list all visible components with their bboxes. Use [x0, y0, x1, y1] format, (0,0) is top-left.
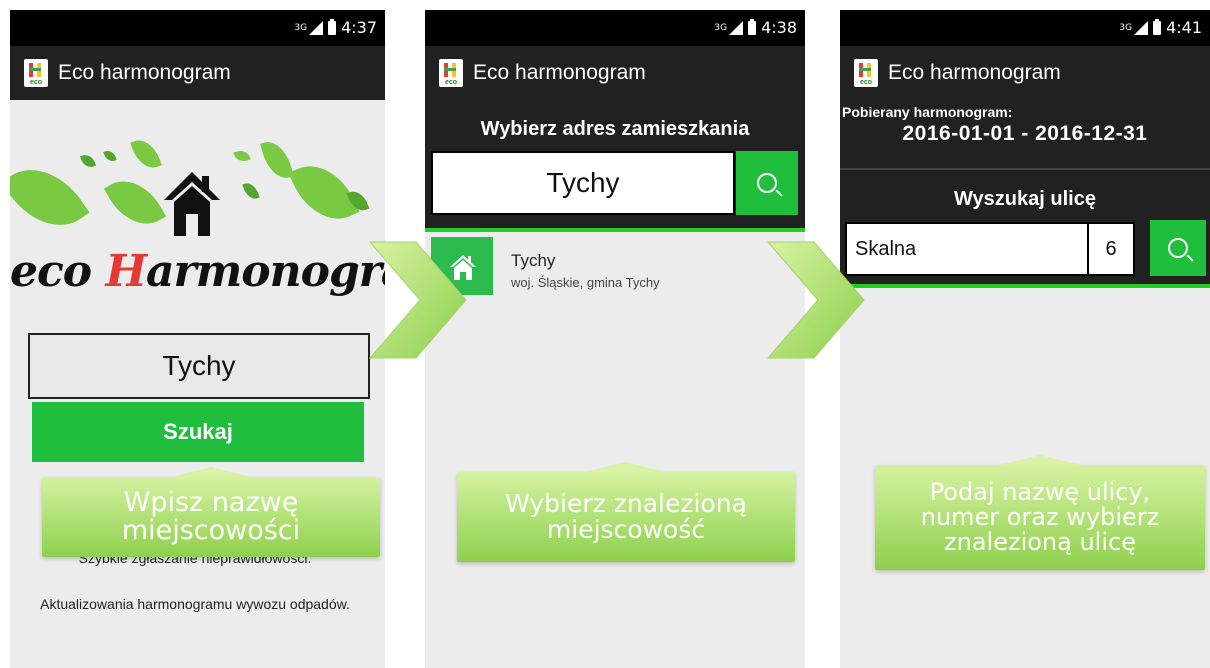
leaf-icon	[130, 135, 162, 173]
result-subtitle: woj. Śląskie, gmina Tychy	[511, 275, 660, 290]
leaf-icon	[233, 147, 251, 165]
app-title: Eco harmonogram	[888, 61, 1061, 84]
status-time: 4:38	[761, 18, 797, 37]
hint-callout: Wpisz nazwę miejscowości	[42, 467, 380, 557]
hint-text: Podaj nazwę ulicy, numer oraz wybierz zn…	[920, 477, 1160, 557]
hint-callout: Wybierz znalezioną miejscowość	[457, 462, 795, 562]
app-icon: eco	[24, 59, 48, 87]
result-name: Tychy	[511, 251, 556, 270]
search-icon	[757, 173, 777, 193]
search-button[interactable]	[1150, 220, 1206, 276]
battery-icon	[748, 18, 757, 35]
phone-screen-2: 3G 4:38 eco Eco harmonogram Wybierz adre…	[425, 10, 805, 668]
house-number-input[interactable]: 6	[1087, 222, 1135, 276]
search-icon	[1168, 238, 1188, 258]
app-title: Eco harmonogram	[473, 61, 646, 84]
logo-wordmark: eco Harmonogram	[10, 246, 385, 297]
action-bar: eco Eco harmonogram	[425, 46, 805, 100]
hint-text: Wybierz znalezioną miejscowość	[505, 488, 747, 544]
chevron-right-icon	[368, 241, 467, 359]
leaf-icon	[10, 151, 90, 244]
date-range: 2016-01-01 - 2016-12-31	[902, 122, 1148, 145]
hint-callout: Podaj nazwę ulicy, numer oraz wybierz zn…	[875, 455, 1205, 570]
city-search-input[interactable]: Tychy	[431, 151, 735, 215]
leaf-icon	[103, 148, 117, 164]
list-item-result[interactable]: Tychy woj. Śląskie, gmina Tychy	[431, 237, 805, 297]
status-bar: 3G 4:41	[840, 10, 1210, 46]
action-bar: eco Eco harmonogram	[840, 46, 1210, 100]
panel-title: Wybierz adres zamieszkania	[480, 118, 750, 140]
network-type: 3G	[294, 22, 308, 33]
battery-icon	[328, 18, 337, 35]
divider	[425, 228, 805, 232]
signal-icon	[309, 20, 324, 35]
signal-icon	[1134, 20, 1149, 35]
battery-icon	[1153, 18, 1162, 35]
status-bar: 3G 4:37	[10, 10, 385, 46]
search-button[interactable]	[736, 151, 798, 215]
house-icon	[164, 172, 220, 236]
app-icon: eco	[854, 59, 878, 87]
divider	[840, 284, 1210, 288]
status-bar: 3G 4:38	[425, 10, 805, 46]
info-line: Aktualizowania harmonogramu wywozu odpad…	[40, 596, 350, 612]
leaf-icon	[103, 168, 167, 237]
network-type: 3G	[1119, 22, 1133, 33]
search-button[interactable]: Szukaj	[32, 402, 364, 462]
network-type: 3G	[714, 22, 728, 33]
panel-title: Wyszukaj ulicę	[954, 188, 1096, 210]
status-time: 4:41	[1166, 18, 1202, 37]
app-icon: eco	[439, 59, 463, 87]
city-input[interactable]: Tychy	[28, 333, 370, 399]
action-bar: eco Eco harmonogram	[10, 46, 385, 100]
chevron-right-icon	[766, 241, 865, 359]
phone-screen-1: 3G 4:37 eco Eco harmonogram eco Harmonog…	[10, 10, 385, 668]
signal-icon	[729, 20, 744, 35]
status-time: 4:37	[341, 18, 377, 37]
schedule-panel: Pobierany harmonogram: 2016-01-01 - 2016…	[840, 100, 1210, 168]
eco-harmonogram-logo: eco Harmonogram	[10, 135, 385, 310]
app-title: Eco harmonogram	[58, 61, 231, 84]
hint-text: Wpisz nazwę miejscowości	[121, 486, 301, 546]
leaf-icon	[79, 152, 97, 170]
schedule-label: Pobierany harmonogram:	[842, 104, 1013, 120]
street-input[interactable]: Skalna	[845, 222, 1091, 276]
leaf-icon	[242, 180, 260, 202]
